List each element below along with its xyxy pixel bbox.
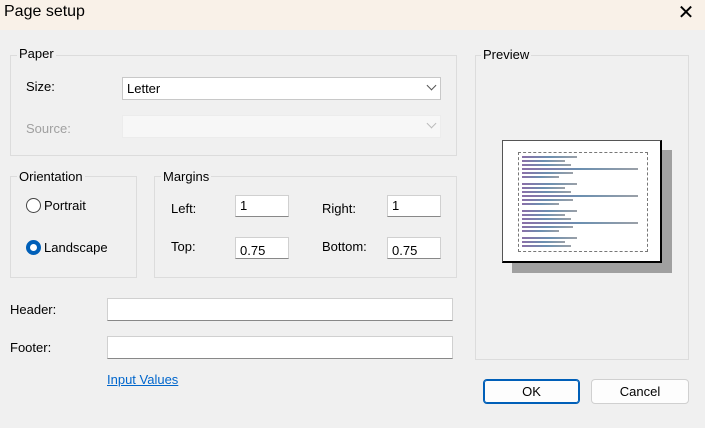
landscape-radio[interactable]: Landscape xyxy=(26,240,108,255)
size-value: Letter xyxy=(127,81,161,96)
input-values-link[interactable]: Input Values xyxy=(107,372,178,387)
chevron-down-icon xyxy=(426,118,437,129)
source-label: Source: xyxy=(26,121,71,136)
header-label: Header: xyxy=(10,302,57,317)
right-margin-label: Right: xyxy=(322,201,356,216)
chevron-down-icon xyxy=(426,80,437,91)
landscape-label: Landscape xyxy=(44,240,108,255)
left-margin-input[interactable]: 1 xyxy=(235,195,289,217)
orientation-group-label: Orientation xyxy=(17,169,85,184)
paper-group-label: Paper xyxy=(17,46,56,61)
portrait-radio[interactable]: Portrait xyxy=(26,198,86,213)
size-label: Size: xyxy=(26,79,55,94)
paper-group xyxy=(10,55,457,156)
portrait-label: Portrait xyxy=(44,198,86,213)
margins-group-label: Margins xyxy=(161,169,212,184)
left-margin-label: Left: xyxy=(171,201,197,216)
orientation-group xyxy=(10,176,137,278)
close-icon[interactable]: ✕ xyxy=(674,1,698,25)
radio-checked-icon xyxy=(26,240,41,255)
bottom-margin-label: Bottom: xyxy=(322,239,367,254)
page-preview xyxy=(502,140,662,263)
margin-outline xyxy=(518,152,648,252)
footer-input[interactable] xyxy=(107,336,453,359)
source-select xyxy=(122,115,441,138)
top-margin-input[interactable]: 0.75 xyxy=(235,237,289,259)
header-input[interactable] xyxy=(107,298,453,321)
title-bar xyxy=(0,0,705,30)
bottom-margin-input[interactable]: 0.75 xyxy=(387,237,441,259)
window-title: Page setup xyxy=(4,3,85,20)
right-margin-input[interactable]: 1 xyxy=(387,195,441,217)
size-select[interactable]: Letter xyxy=(122,77,441,100)
ok-button[interactable]: OK xyxy=(483,379,580,404)
top-margin-label: Top: xyxy=(171,239,196,254)
footer-label: Footer: xyxy=(10,340,52,355)
preview-label: Preview xyxy=(481,47,532,62)
cancel-button[interactable]: Cancel xyxy=(591,379,689,404)
margins-group xyxy=(154,176,457,278)
radio-unchecked-icon xyxy=(26,198,41,213)
